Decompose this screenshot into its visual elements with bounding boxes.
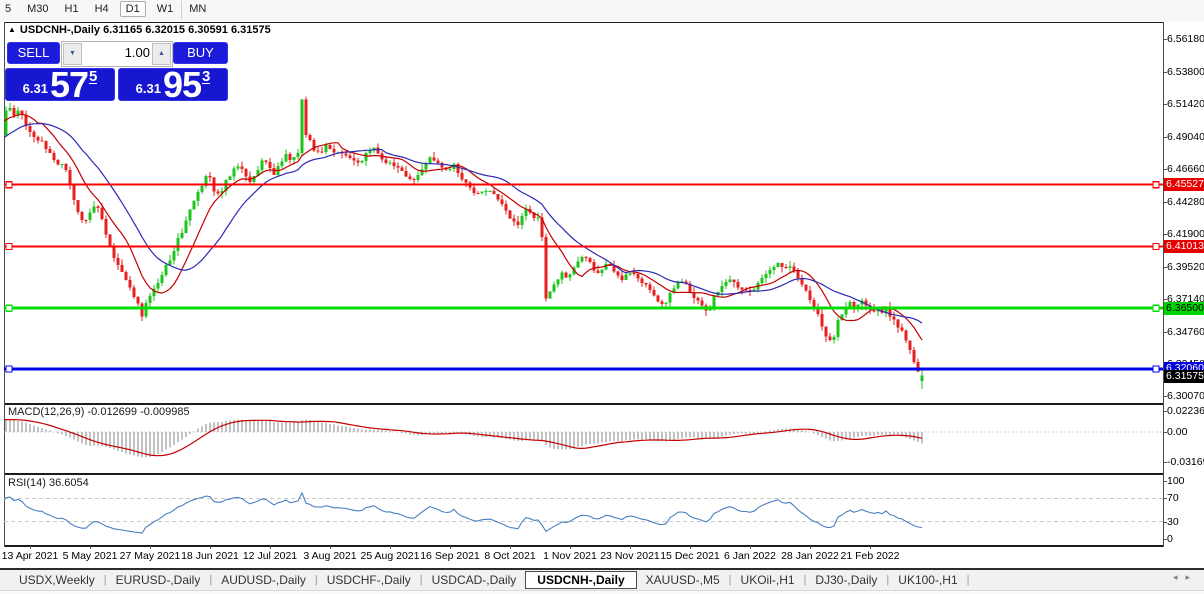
sell-price-big: 57 — [49, 64, 89, 105]
volume-decrease-button[interactable]: ▼ — [63, 43, 82, 65]
tab-scroll-arrows: ◂▸ — [1173, 572, 1198, 583]
level-price-badge: 6.41013 — [1164, 239, 1204, 253]
tab-dj30-daily[interactable]: DJ30-,Daily — [806, 571, 886, 589]
tab-audusd-daily[interactable]: AUDUSD-,Daily — [212, 571, 315, 589]
date-tick-mark — [570, 546, 571, 549]
tab-usdcad-daily[interactable]: USDCAD-,Daily — [423, 571, 526, 589]
trade-panel-toggle-icon[interactable]: ▲ — [8, 25, 16, 34]
symbol-tab-bar: USDX,Weekly | EURUSD-,Daily | AUDUSD-,Daily |… — [0, 568, 1204, 590]
chart-title: ▲ USDCNH-,Daily 6.31165 6.32015 6.30591 6… — [8, 24, 271, 36]
rsi-tick: 0 — [1167, 533, 1173, 545]
sell-price-prefix: 6.31 — [22, 81, 48, 96]
rsi-tick: 70 — [1167, 492, 1179, 505]
date-tick-mark — [390, 546, 391, 549]
tab-divider: | — [966, 574, 970, 586]
timeframe-button-mn[interactable]: MN — [184, 1, 211, 17]
rsi-tick: 100 — [1167, 475, 1185, 487]
buy-price-big: 95 — [162, 64, 202, 105]
price-tick: 6.30070 — [1167, 390, 1204, 403]
toolbar-separator — [181, 1, 182, 19]
date-tick-mark — [90, 546, 91, 549]
date-tick-mark — [750, 546, 751, 549]
ohlc-open: 6.31165 — [103, 24, 143, 36]
tab-usdx-weekly[interactable]: USDX,Weekly — [10, 571, 104, 589]
timeframe-button-m30[interactable]: M30 — [22, 1, 53, 17]
date-tick-mark — [210, 546, 211, 549]
timeframe-button-w1[interactable]: W1 — [152, 1, 179, 17]
chart-bottom-border — [4, 545, 1164, 547]
date-tick-mark — [870, 546, 871, 549]
buy-price-prefix: 6.31 — [135, 81, 161, 96]
ohlc-high: 6.32015 — [145, 24, 186, 36]
tab-ukoil-h1[interactable]: UKOil-,H1 — [732, 571, 804, 589]
current-price-badge: 6.31575 — [1164, 369, 1204, 383]
price-tick: 6.44280 — [1167, 195, 1204, 208]
buy-price-sup: 3 — [202, 68, 211, 85]
rsi-panel-canvas[interactable] — [4, 475, 1163, 545]
macd-tick: 0.02236 — [1167, 404, 1204, 417]
one-click-trading-panel: SELL ▼ 1.00 ▲ BUY 6.31 57 5 6.31 95 3 — [5, 41, 228, 105]
price-tick: 6.34760 — [1167, 326, 1204, 339]
price-tick: 6.49040 — [1167, 130, 1204, 143]
date-tick-mark — [450, 546, 451, 549]
tab-usdcnh-daily[interactable]: USDCNH-,Daily — [525, 571, 637, 589]
symbol-period-label: USDCNH-,Daily — [19, 24, 100, 36]
rsi-label: RSI(14) 36.6054 — [8, 477, 89, 489]
ohlc-low: 6.30591 — [188, 24, 228, 36]
tab-scroll-right-icon[interactable]: ▸ — [1185, 572, 1198, 582]
date-tick-mark — [30, 546, 31, 549]
sell-button[interactable]: SELL — [7, 42, 60, 64]
level-price-badge: 6.45527 — [1164, 178, 1204, 192]
timeframe-button-h1[interactable]: H1 — [60, 1, 84, 17]
volume-increase-button[interactable]: ▲ — [152, 43, 171, 65]
level-price-badge: 6.36500 — [1164, 301, 1204, 315]
date-tick-mark — [150, 546, 151, 549]
status-strip — [0, 590, 1204, 594]
tab-scroll-left-icon[interactable]: ◂ — [1173, 572, 1186, 582]
timeframe-button-h4[interactable]: H4 — [90, 1, 114, 17]
tab-xauusd-m5[interactable]: XAUUSD-,M5 — [637, 571, 729, 589]
rsi-value: 36.6054 — [48, 477, 89, 489]
macd-tick: 0.00 — [1167, 426, 1188, 438]
date-tick: 21 Feb 2022 — [840, 550, 900, 562]
price-tick: 6.46660 — [1167, 163, 1204, 176]
price-tick: 6.51420 — [1167, 98, 1204, 111]
tab-usdchf-daily[interactable]: USDCHF-,Daily — [318, 571, 420, 589]
macd-value-main: -0.012699 — [87, 406, 138, 418]
price-tick: 6.56180 — [1167, 33, 1204, 45]
ohlc-close: 6.31575 — [230, 24, 271, 36]
date-tick-mark — [630, 546, 631, 549]
date-tick-mark — [330, 546, 331, 549]
buy-button[interactable]: BUY — [173, 42, 228, 64]
date-tick-mark — [510, 546, 511, 549]
macd-tick: -0.03169 — [1167, 455, 1204, 468]
tab-uk100-h1[interactable]: UK100-,H1 — [889, 571, 966, 589]
macd-label: MACD(12,26,9) -0.012699 -0.009985 — [8, 406, 190, 418]
rsi-tick: 30 — [1167, 515, 1179, 528]
price-tick: 6.53800 — [1167, 65, 1204, 78]
date-tick-mark — [270, 546, 271, 549]
volume-input[interactable]: 1.00 — [125, 45, 150, 60]
timeframe-button-5[interactable]: 5 — [0, 1, 16, 17]
timeframe-button-d1[interactable]: D1 — [119, 1, 146, 17]
price-axis-border — [1163, 22, 1164, 547]
sell-price[interactable]: 6.31 57 5 — [5, 64, 115, 105]
buy-price[interactable]: 6.31 95 3 — [118, 64, 228, 105]
price-tick: 6.41900 — [1167, 228, 1204, 241]
date-tick-mark — [690, 546, 691, 549]
price-tick: 6.39520 — [1167, 260, 1204, 273]
tab-eurusd-daily[interactable]: EURUSD-,Daily — [107, 571, 210, 589]
date-tick-mark — [810, 546, 811, 549]
sell-price-sup: 5 — [89, 68, 98, 85]
macd-value-signal: -0.009985 — [140, 406, 190, 418]
